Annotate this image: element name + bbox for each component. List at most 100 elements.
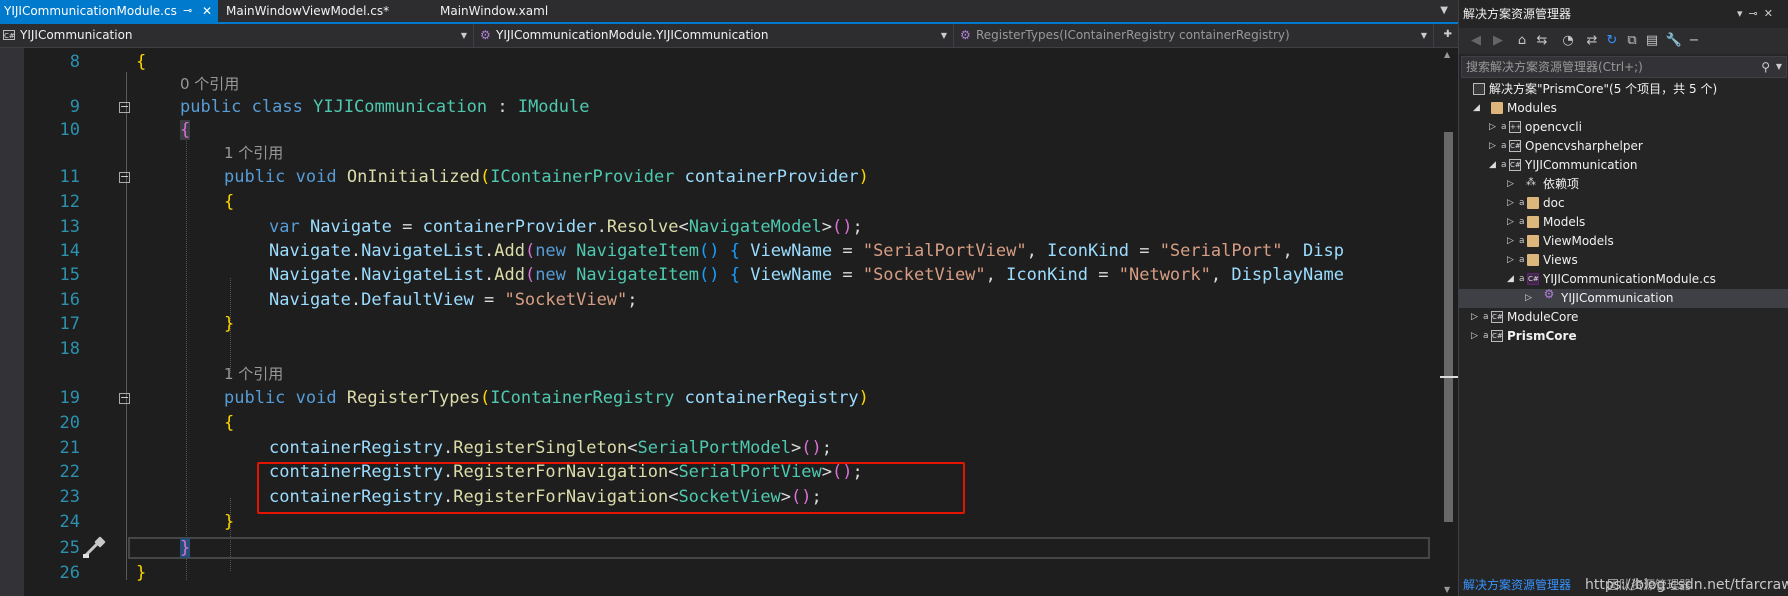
tree-item-solution[interactable]: 解决方案"PrismCore"(5 个项目，共 5 个): [1459, 80, 1788, 99]
tree-item-opencvcli[interactable]: ▷ a ++ opencvcli: [1459, 118, 1788, 137]
collapsed-arrow-icon[interactable]: ▷: [1471, 308, 1478, 327]
collapsed-arrow-icon[interactable]: ▷: [1489, 118, 1496, 137]
tree-item-yijicommunicationmodule-cs[interactable]: ◢ a C# YIJICommunicationModule.cs: [1459, 270, 1788, 289]
codelens-reference-count[interactable]: 1 个引用: [224, 143, 283, 163]
collapsed-arrow-icon[interactable]: ▷: [1507, 213, 1514, 232]
code-text[interactable]: public void OnInitialized(IContainerProv…: [224, 165, 869, 189]
lock-icon: a: [1519, 198, 1525, 208]
tree-item-opencvsharphelper[interactable]: ▷ a C# Opencvsharphelper: [1459, 137, 1788, 156]
collapse-icon[interactable]: −: [119, 171, 130, 183]
scroll-down-icon[interactable]: ▼: [1444, 585, 1450, 594]
code-line: 26 }: [0, 561, 1440, 585]
folder-icon: [1527, 254, 1539, 266]
lock-icon: a: [1501, 122, 1507, 132]
collapsed-arrow-icon[interactable]: ▷: [1507, 251, 1514, 270]
panel-title: 解决方案资源管理器: [1463, 7, 1572, 21]
pending-changes-filter-icon[interactable]: ◔: [1559, 32, 1577, 50]
back-icon[interactable]: ◀: [1467, 32, 1485, 50]
code-text[interactable]: Navigate.NavigateList.Add(new NavigateIt…: [269, 239, 1344, 263]
home-icon[interactable]: ⌂: [1513, 32, 1531, 50]
expanded-arrow-icon[interactable]: ◢: [1507, 270, 1514, 289]
line-number: 8: [69, 52, 80, 72]
code-text[interactable]: }: [224, 312, 234, 336]
code-text[interactable]: public class YIJICommunication : IModule: [180, 95, 589, 119]
refresh-icon[interactable]: ↻: [1603, 32, 1621, 50]
solution-explorer-tab-link[interactable]: 解决方案资源管理器: [1463, 574, 1571, 596]
codelens-reference-count[interactable]: 1 个引用: [224, 364, 283, 384]
tree-item-label: YIJICommunication: [1561, 291, 1674, 305]
class-icon: ⚙: [480, 28, 491, 42]
tree-item-label: Opencvsharphelper: [1525, 139, 1643, 153]
collapsed-arrow-icon[interactable]: ▷: [1489, 137, 1496, 156]
pin-icon[interactable]: ⊸: [183, 0, 192, 22]
code-text[interactable]: }: [180, 536, 191, 560]
line-number: 24: [59, 512, 80, 532]
csharp-project-icon: C#: [1491, 311, 1503, 323]
code-text[interactable]: containerRegistry.RegisterSingleton<Seri…: [269, 436, 832, 460]
code-line: 8 {: [0, 50, 1440, 74]
editor-vertical-scrollbar[interactable]: ▲ ▼: [1440, 48, 1458, 596]
tree-item-prismcore[interactable]: ▷ a C# PrismCore: [1459, 327, 1788, 346]
preview-selected-icon[interactable]: −: [1685, 32, 1703, 50]
panel-window-controls[interactable]: ▾⊸✕: [1737, 0, 1779, 28]
tab-yijicommunicationmodule[interactable]: YIJICommunicationModule.cs ⊸ ✕: [0, 0, 218, 22]
code-text[interactable]: {: [224, 411, 234, 435]
sync-with-document-icon[interactable]: ⇄: [1583, 32, 1601, 50]
codelens-reference-count[interactable]: 0 个引用: [180, 74, 239, 94]
code-text[interactable]: Navigate.DefaultView = "SocketView";: [269, 288, 638, 312]
quick-actions-brush-icon[interactable]: [81, 536, 107, 560]
code-text[interactable]: Navigate.NavigateList.Add(new NavigateIt…: [269, 263, 1344, 287]
code-text[interactable]: }: [136, 561, 146, 585]
scroll-up-icon[interactable]: ▲: [1444, 50, 1450, 59]
collapsed-arrow-icon[interactable]: ▷: [1507, 232, 1514, 251]
tree-item-models[interactable]: ▷ a Models: [1459, 213, 1788, 232]
tree-item-modulecore[interactable]: ▷ a C# ModuleCore: [1459, 308, 1788, 327]
code-text[interactable]: {: [180, 118, 191, 142]
collapsed-arrow-icon[interactable]: ▷: [1507, 194, 1514, 213]
chevron-down-icon: ▼: [1420, 31, 1427, 40]
switch-views-icon[interactable]: ⇆: [1533, 32, 1551, 50]
tree-item-views[interactable]: ▷ a Views: [1459, 251, 1788, 270]
project-dropdown[interactable]: C# YIJICommunication ▼: [0, 24, 474, 47]
expanded-arrow-icon[interactable]: ◢: [1489, 156, 1496, 175]
tab-mainwindowviewmodel[interactable]: MainWindowViewModel.cs*: [222, 0, 432, 22]
expanded-arrow-icon[interactable]: ◢: [1473, 99, 1480, 118]
chevron-down-icon[interactable]: ▼: [1776, 57, 1782, 77]
close-icon[interactable]: ✕: [202, 0, 212, 22]
search-icon[interactable]: ⚲: [1761, 57, 1770, 77]
tree-item-dependencies[interactable]: ▷ ⁂ 依赖项: [1459, 175, 1788, 194]
tab-mainwindow-xaml[interactable]: MainWindow.xaml: [436, 0, 636, 22]
show-all-files-icon[interactable]: ▤: [1643, 32, 1661, 50]
tree-item-doc[interactable]: ▷ a doc: [1459, 194, 1788, 213]
properties-wrench-icon[interactable]: 🔧: [1665, 32, 1683, 50]
collapsed-arrow-icon[interactable]: ▷: [1507, 175, 1514, 194]
code-text[interactable]: {: [224, 190, 234, 214]
tab-overflow-dropdown-icon[interactable]: ▼: [1440, 0, 1448, 22]
tree-item-viewmodels[interactable]: ▷ a ViewModels: [1459, 232, 1788, 251]
collapsed-arrow-icon[interactable]: ▷: [1525, 289, 1532, 308]
split-window-icon[interactable]: ✚: [1444, 29, 1452, 40]
solution-search-input[interactable]: 搜索解决方案资源管理器(Ctrl+;) ⚲ ▼: [1461, 56, 1787, 78]
collapse-icon[interactable]: −: [119, 101, 130, 113]
tree-item-yijicommunication-project[interactable]: ◢ a C# YIJICommunication: [1459, 156, 1788, 175]
code-text[interactable]: var Navigate = containerProvider.Resolve…: [269, 215, 863, 239]
forward-icon[interactable]: ▶: [1489, 32, 1507, 50]
code-text[interactable]: }: [224, 510, 234, 534]
member-dropdown-value: RegisterTypes(IContainerRegistry contain…: [976, 28, 1290, 42]
code-editor[interactable]: 8 { 0 个引用 9 − public class YIJICommunica…: [0, 48, 1440, 596]
csharp-project-icon: C#: [1509, 140, 1521, 152]
type-dropdown[interactable]: ⚙ YIJICommunicationModule.YIJICommunicat…: [476, 24, 954, 47]
csharp-file-icon: C#: [1527, 273, 1539, 285]
collapse-icon[interactable]: −: [119, 392, 130, 404]
tree-item-label: Models: [1543, 215, 1586, 229]
member-dropdown[interactable]: ⚙ RegisterTypes(IContainerRegistry conta…: [956, 24, 1434, 47]
dependencies-icon: ⁂: [1526, 177, 1536, 188]
line-number: 11: [59, 167, 80, 187]
scrollbar-thumb[interactable]: [1444, 132, 1453, 522]
code-text[interactable]: public void RegisterTypes(IContainerRegi…: [224, 386, 869, 410]
tree-item-modules[interactable]: ◢ Modules: [1459, 99, 1788, 118]
collapse-all-icon[interactable]: ⧉: [1623, 32, 1641, 50]
collapsed-arrow-icon[interactable]: ▷: [1471, 327, 1478, 346]
code-text[interactable]: {: [136, 50, 146, 74]
tree-item-yijicommunication-class[interactable]: ▷ ⚙ YIJICommunication: [1459, 288, 1788, 308]
